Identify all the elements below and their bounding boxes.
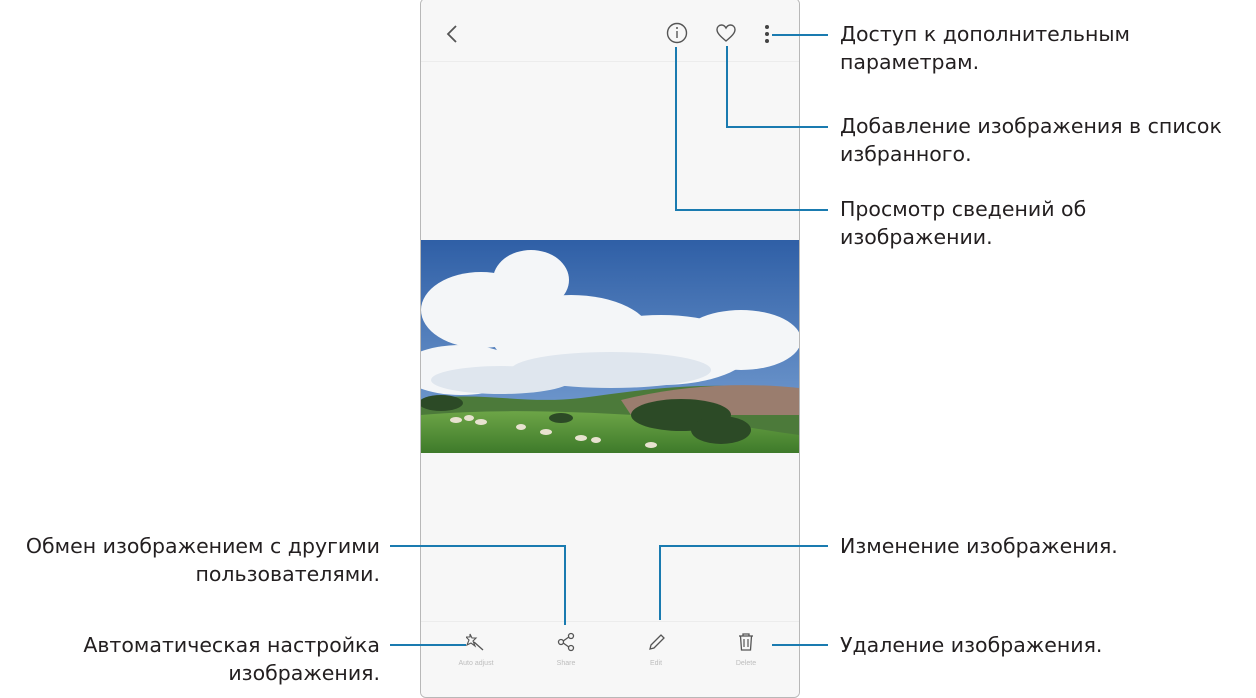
pencil-icon — [649, 634, 665, 650]
delete-label: Delete — [735, 660, 757, 667]
share-button[interactable]: Share — [521, 622, 611, 682]
delete-button[interactable]: Delete — [701, 622, 791, 682]
landscape-photo — [421, 240, 799, 453]
back-arrow-icon[interactable] — [445, 23, 459, 45]
auto-adjust-label: Auto adjust — [458, 660, 494, 667]
phone-screen: Auto adjust Share Edit Delete — [420, 0, 800, 698]
callout-share: Обмен изображением с другими пользовател… — [25, 534, 380, 586]
callout-details: Просмотр сведений об изображении. — [840, 197, 1087, 249]
edit-button[interactable]: Edit — [611, 622, 701, 682]
callout-more-options: Доступ к дополнительным параметрам. — [840, 22, 1131, 74]
callout-auto-adjust: Автоматическая настройка изображения. — [83, 633, 380, 685]
edit-label: Edit — [649, 660, 663, 667]
top-toolbar — [421, 0, 799, 62]
bottom-toolbar: Auto adjust Share Edit Delete — [421, 621, 799, 697]
heart-icon[interactable] — [715, 23, 737, 43]
auto-adjust-button[interactable]: Auto adjust — [431, 622, 521, 682]
more-options-icon[interactable] — [763, 23, 771, 45]
magic-wand-icon — [466, 633, 484, 651]
callout-delete: Удаление изображения. — [840, 633, 1103, 657]
share-label: Share — [556, 660, 576, 667]
share-icon — [557, 632, 575, 652]
trash-icon — [739, 633, 753, 651]
info-icon[interactable] — [665, 21, 689, 45]
callout-edit: Изменение изображения. — [840, 534, 1118, 558]
callout-favorite: Добавление изображения в список избранно… — [840, 114, 1222, 166]
